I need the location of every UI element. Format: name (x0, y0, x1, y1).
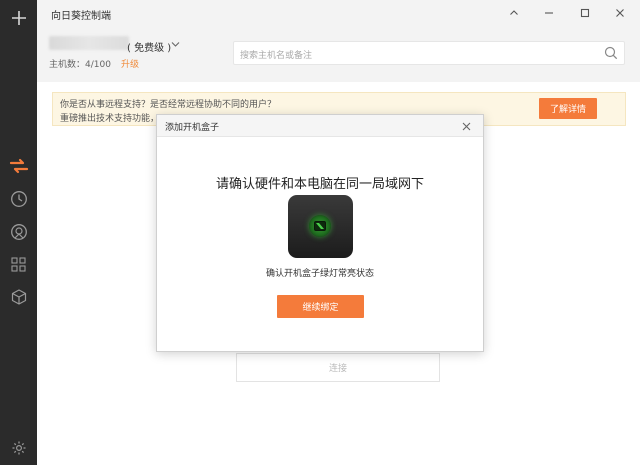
dialog-header: 添加开机盒子 (157, 115, 483, 137)
left-sidebar (0, 0, 37, 465)
apps-grid-icon[interactable] (8, 254, 29, 275)
add-boot-box-dialog: 添加开机盒子 请确认硬件和本电脑在同一局域网下 确认开机盒子绿灯常亮状态 继续绑… (156, 114, 484, 352)
continue-bind-button[interactable]: 继续绑定 (277, 295, 364, 318)
title-bar: 向日葵控制端 (37, 0, 640, 26)
notice-line-2: 重磅推出技术支持功能， (60, 114, 160, 124)
remote-desktop-icon[interactable] (8, 221, 29, 242)
dialog-close-icon[interactable] (459, 119, 473, 133)
dialog-heading: 请确认硬件和本电脑在同一局域网下 (215, 177, 424, 192)
notice-line-1: 你是否从事远程支持？是否经常远程协助不同的用户？ (60, 100, 277, 110)
chevron-down-icon[interactable] (171, 40, 180, 51)
account-plan: ( 免费级 ) (127, 43, 172, 54)
window-title: 向日葵控制端 (51, 11, 111, 22)
upgrade-link[interactable]: 升级 (121, 57, 139, 70)
search-icon[interactable] (604, 46, 618, 63)
search-placeholder: 搜索主机名或备注 (240, 51, 313, 61)
remote-arrows-icon[interactable] (8, 155, 29, 176)
settings-gear-icon[interactable] (8, 437, 29, 458)
green-led-icon (309, 215, 331, 237)
search-input[interactable]: 搜索主机名或备注 (233, 41, 625, 65)
dialog-status-text: 确认开机盒子绿灯常亮状态 (265, 269, 374, 279)
plus-icon[interactable] (8, 7, 29, 28)
cube-icon[interactable] (8, 286, 29, 307)
account-name-redacted[interactable] (49, 36, 129, 50)
boot-box-device-image (288, 195, 353, 258)
close-icon[interactable] (611, 4, 629, 22)
history-clock-icon[interactable] (8, 188, 29, 209)
minimize-icon[interactable] (540, 4, 558, 22)
connect-button[interactable]: 连接 (236, 353, 440, 382)
maximize-icon[interactable] (576, 4, 594, 22)
collapse-chevron-icon[interactable] (505, 4, 523, 22)
learn-more-button[interactable]: 了解详情 (539, 98, 597, 119)
account-header: ( 免费级 ) 主机数：4/100 升级 搜索主机名或备注 (37, 26, 640, 82)
app-window: 向日葵控制端 ( 免费级 ) 主机数：4/100 升级 搜索主机名或备注 你是否… (0, 0, 640, 465)
dialog-title: 添加开机盒子 (165, 123, 220, 133)
host-count: 主机数：4/100 (49, 60, 111, 70)
